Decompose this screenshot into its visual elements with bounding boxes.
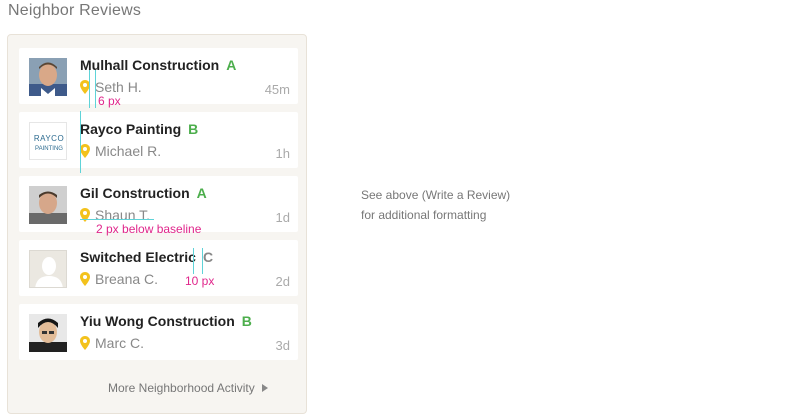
avatar <box>29 186 67 224</box>
side-note-line: for additional formatting <box>361 208 487 222</box>
grade-badge: B <box>241 313 252 329</box>
avatar <box>29 314 67 352</box>
spacing-guide <box>202 248 203 274</box>
timestamp: 2d <box>275 274 290 289</box>
reviewer: Michael R. <box>80 143 161 159</box>
side-note: See above (Write a Review) for additiona… <box>361 185 510 225</box>
grade-badge: A <box>226 57 237 73</box>
business-name[interactable]: Yiu Wong Construction B <box>80 313 252 329</box>
spacing-guide <box>95 70 96 108</box>
timestamp: 1d <box>275 210 290 225</box>
reviewer-name[interactable]: Seth H. <box>95 79 142 95</box>
reviewer-name[interactable]: Marc C. <box>95 335 144 351</box>
reviewer-name[interactable]: Shaun T. <box>95 207 150 223</box>
grade-badge: B <box>188 121 199 137</box>
review-card[interactable]: Yiu Wong Construction B Marc C. 3d <box>19 304 298 360</box>
company-logo: RAYCO PAINTING <box>29 122 67 160</box>
svg-text:RAYCO: RAYCO <box>34 134 64 143</box>
reviewer-name[interactable]: Michael R. <box>95 143 161 159</box>
grade-badge: A <box>196 185 207 201</box>
section-title: Neighbor Reviews <box>8 2 142 19</box>
reviewer-name[interactable]: Breana C. <box>95 271 158 287</box>
review-card[interactable]: Mulhall Construction A Seth H. 45m <box>19 48 298 104</box>
svg-text:PAINTING: PAINTING <box>35 146 63 152</box>
grade-badge: C <box>202 249 214 265</box>
play-arrow-icon <box>261 384 268 392</box>
review-card[interactable]: Switched Electric C Breana C. 2d <box>19 240 298 296</box>
timestamp: 45m <box>264 82 290 97</box>
location-pin-icon <box>80 144 90 158</box>
annotation-label: 10 px <box>185 274 215 288</box>
location-pin-icon <box>80 336 90 350</box>
avatar <box>29 58 67 96</box>
reviewer: Breana C. <box>80 271 158 287</box>
business-name[interactable]: Mulhall Construction A <box>80 57 236 73</box>
reviewer: Shaun T. <box>80 207 150 223</box>
spacing-guide <box>193 248 194 274</box>
location-pin-icon <box>80 272 90 286</box>
alignment-guide <box>80 111 81 173</box>
annotation-label: 6 px <box>98 94 121 108</box>
review-card[interactable]: RAYCO PAINTING Rayco Painting B Michael R… <box>19 112 298 168</box>
timestamp: 3d <box>275 338 290 353</box>
reviewer: Marc C. <box>80 335 144 351</box>
default-avatar <box>29 250 67 288</box>
baseline-guide <box>80 219 154 220</box>
side-note-line: See above (Write a Review) <box>361 188 511 202</box>
more-activity-link[interactable]: More Neighborhood Activity <box>108 381 268 395</box>
business-name[interactable]: Rayco Painting B <box>80 121 198 137</box>
business-name[interactable]: Gil Construction A <box>80 185 207 201</box>
spacing-guide <box>89 70 90 108</box>
timestamp: 1h <box>275 146 290 161</box>
annotation-label: 2 px below baseline <box>96 222 202 236</box>
